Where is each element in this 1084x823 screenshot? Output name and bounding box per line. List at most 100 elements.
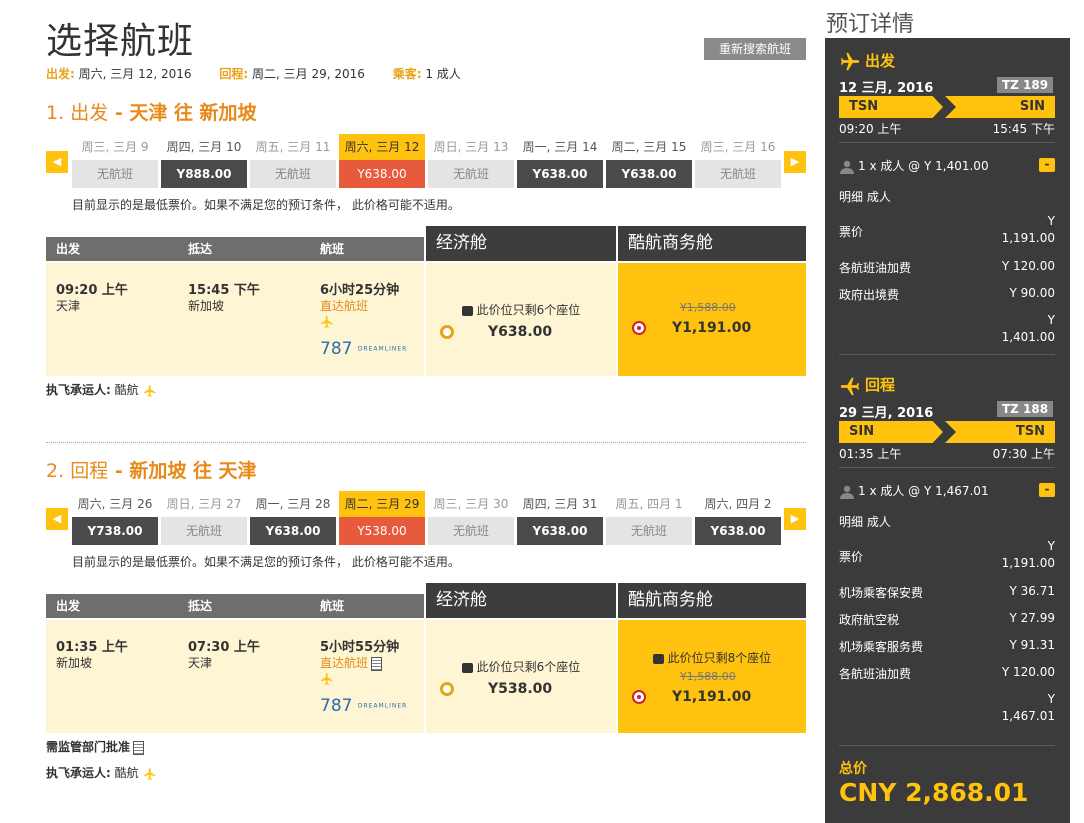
collapse-button[interactable]: - xyxy=(1039,483,1055,497)
arr-time: 15:45 下午 xyxy=(992,122,1055,136)
economy-radio[interactable] xyxy=(440,682,454,696)
document-icon xyxy=(371,656,383,671)
arrival-time: 15:45 下午 xyxy=(188,283,260,298)
inbound-date-strip: ◀ 周六, 三月 26 Y738.00 周日, 三月 27 无航班 周一, 三月 28 Y… xyxy=(46,491,806,549)
destination-code: TSN xyxy=(945,421,1055,443)
col-arrive: 抵达 xyxy=(188,242,213,256)
date-cell[interactable]: 周二, 三月 15 Y638.00 xyxy=(606,134,692,188)
flight-duration: 5小时55分钟 xyxy=(320,640,400,655)
date-cell[interactable]: 周二, 三月 29 Y538.00 xyxy=(339,491,425,545)
section-dash: - xyxy=(108,102,130,124)
separator xyxy=(839,142,1055,143)
col-business: 酷航商务舱 xyxy=(618,226,806,261)
pax-text: 1 x 成人 @ Y 1,467.01 xyxy=(858,484,989,498)
sidebar-outbound-title: 出发 xyxy=(839,50,895,73)
fee-amount: Y 36.71 xyxy=(1009,584,1056,598)
next-dates-button[interactable]: ▶ xyxy=(784,151,806,173)
date-label: 周日, 三月 27 xyxy=(161,491,247,517)
date-price: Y638.00 xyxy=(695,517,781,545)
amount: 1,467.01 xyxy=(1001,709,1055,723)
business-radio[interactable] xyxy=(632,690,646,704)
dreamliner-logo: 787 DREAMLINER xyxy=(320,339,407,359)
origin-code: SIN xyxy=(839,421,943,443)
date-cell[interactable]: 周四, 三月 10 Y888.00 xyxy=(161,134,247,188)
fee-amount: Y 90.00 xyxy=(1009,286,1056,300)
economy-price: Y538.00 xyxy=(488,681,553,697)
business-fare-cell[interactable]: Y1,588.00 Y1,191.00 xyxy=(618,263,806,376)
date-label: 周六, 四月 2 xyxy=(695,491,781,517)
trip-summary: 出发: 周六, 三月 12, 2016 回程: 周二, 三月 29, 2016 … xyxy=(46,65,485,82)
sidebar-return-times: 01:35 上午 07:30 上午 xyxy=(839,445,1055,462)
amount: 1,401.00 xyxy=(1001,330,1055,344)
prev-dates-button[interactable]: ◀ xyxy=(46,508,68,530)
flight-info: 01:35 上午 新加坡 07:30 上午 天津 5小时55分钟 直达航班 78… xyxy=(46,620,424,733)
direct-flight-link[interactable]: 直达航班 xyxy=(320,297,368,314)
date-label: 周六, 三月 12 xyxy=(339,134,425,160)
date-label: 周五, 四月 1 xyxy=(606,491,692,517)
separator xyxy=(839,354,1055,355)
economy-fare-cell[interactable]: 此价位只剩6个座位 Y638.00 xyxy=(426,263,616,376)
departure-city: 新加坡 xyxy=(56,656,93,670)
section-route: 天津 往 新加坡 xyxy=(129,102,257,124)
plane-icon xyxy=(840,52,860,70)
prev-dates-button[interactable]: ◀ xyxy=(46,151,68,173)
fee-row: 机场乘客保安费 Y 36.71 xyxy=(839,584,1055,601)
business-radio[interactable] xyxy=(632,321,646,335)
plane-icon xyxy=(321,673,333,685)
logo-text: DREAMLINER xyxy=(357,702,408,710)
date-cell[interactable]: 周六, 三月 12 Y638.00 xyxy=(339,134,425,188)
date-cell[interactable]: 周四, 三月 31 Y638.00 xyxy=(517,491,603,545)
date-price: 无航班 xyxy=(161,517,247,545)
section-kind: 出发 xyxy=(70,102,109,124)
date-price: Y738.00 xyxy=(72,517,158,545)
destination-code: SIN xyxy=(945,96,1055,118)
page-title: 选择航班 xyxy=(46,21,195,62)
date-label: 周六, 三月 26 xyxy=(72,491,158,517)
sidebar-return-date: 29 三月, 2016 xyxy=(839,406,934,421)
section-number: 2. xyxy=(46,460,65,482)
fee-row: 各航班油加费 Y 120.00 xyxy=(839,665,1055,682)
plane-icon xyxy=(321,316,333,328)
fee-amount: Y 27.99 xyxy=(1009,611,1056,625)
date-label: 周四, 三月 31 xyxy=(517,491,603,517)
sidebar-return-route: SIN TSN xyxy=(839,421,1055,443)
date-price: 无航班 xyxy=(250,160,336,188)
fee-label: 各航班油加费 xyxy=(839,261,912,275)
fee-row: 政府航空税 Y 27.99 xyxy=(839,611,1055,628)
economy-fare-cell[interactable]: 此价位只剩6个座位 Y538.00 xyxy=(426,620,616,733)
seats-left-text: 此价位只剩8个座位 xyxy=(667,651,772,665)
date-label: 周一, 三月 28 xyxy=(250,491,336,517)
seat-icon xyxy=(461,662,473,673)
departure-time: 01:35 上午 xyxy=(56,640,128,655)
segment-title-text: 出发 xyxy=(865,52,896,70)
date-cell[interactable]: 周一, 三月 14 Y638.00 xyxy=(517,134,603,188)
date-cell: 周三, 三月 9 无航班 xyxy=(72,134,158,188)
arr-time: 07:30 上午 xyxy=(992,447,1055,461)
pax-type: 明细 成人 xyxy=(839,190,891,204)
arrival-city: 新加坡 xyxy=(188,299,225,313)
date-label: 周五, 三月 11 xyxy=(250,134,336,160)
next-dates-button[interactable]: ▶ xyxy=(784,508,806,530)
booking-details-panel: 出发 12 三月, 2016 TZ 189 TSN SIN 09:20 上午 1… xyxy=(825,38,1070,823)
col-economy: 经济舱 xyxy=(426,583,616,618)
collapse-button[interactable]: - xyxy=(1039,158,1055,172)
date-cell[interactable]: 周六, 三月 26 Y738.00 xyxy=(72,491,158,545)
new-search-button[interactable]: 重新搜索航班 xyxy=(704,38,806,60)
date-cell[interactable]: 周一, 三月 28 Y638.00 xyxy=(250,491,336,545)
business-fare-cell[interactable]: 此价位只剩8个座位 Y1,588.00 Y1,191.00 xyxy=(618,620,806,733)
economy-radio[interactable] xyxy=(440,325,454,339)
total-label: 总价 xyxy=(839,761,867,777)
section-number: 1. xyxy=(46,102,65,124)
date-cell[interactable]: 周六, 四月 2 Y638.00 xyxy=(695,491,781,545)
sidebar-outbound-times: 09:20 上午 15:45 下午 xyxy=(839,120,1055,137)
fare-table-header: 出发 抵达 航班 xyxy=(46,594,424,618)
fee-row: 各航班油加费 Y 120.00 xyxy=(839,259,1055,276)
date-price: Y638.00 xyxy=(517,160,603,188)
date-price: Y538.00 xyxy=(339,517,425,545)
plane-icon xyxy=(144,767,156,780)
fee-amount: Y 120.00 xyxy=(1001,665,1055,679)
direct-flight-link[interactable]: 直达航班 xyxy=(320,654,383,671)
business-price: Y1,191.00 xyxy=(672,320,752,336)
date-label: 周二, 三月 29 xyxy=(339,491,425,517)
date-price: Y638.00 xyxy=(250,517,336,545)
